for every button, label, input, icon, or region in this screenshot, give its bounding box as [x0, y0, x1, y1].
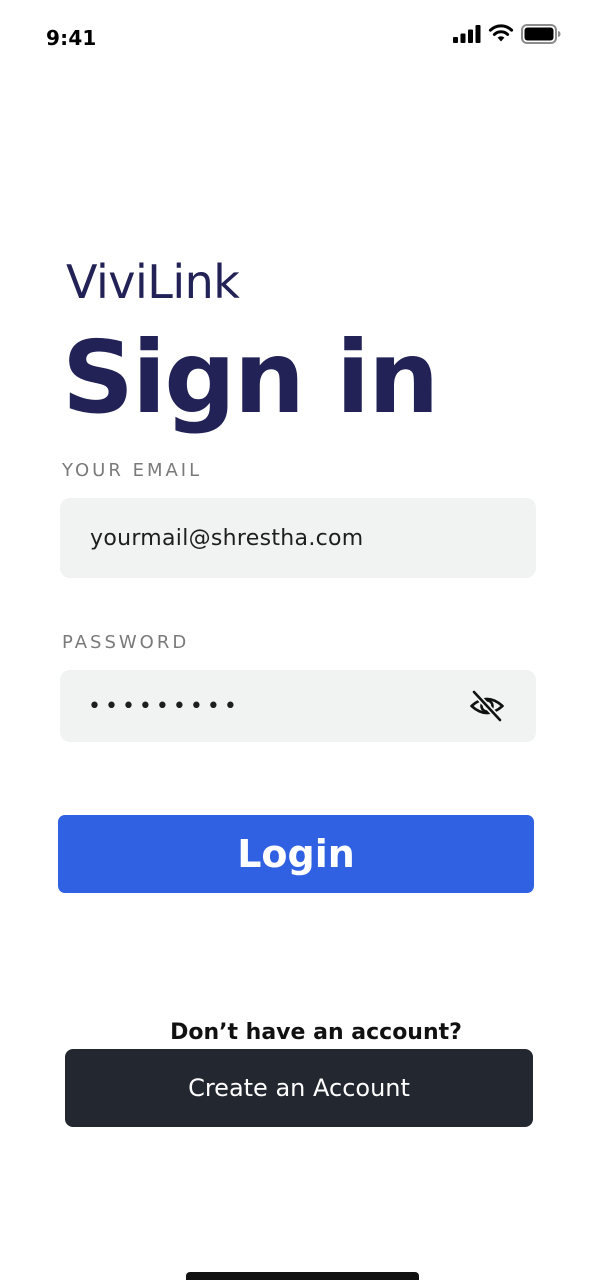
password-field[interactable]: •••••••••	[60, 670, 536, 742]
create-account-button[interactable]: Create an Account	[65, 1049, 533, 1127]
page-title: Sign in	[62, 319, 439, 436]
login-button[interactable]: Login	[58, 815, 534, 893]
password-label: PASSWORD	[62, 632, 190, 653]
signup-prompt: Don’t have an account?	[170, 1020, 462, 1045]
email-value[interactable]: yourmail@shrestha.com	[90, 526, 364, 551]
password-value[interactable]: •••••••••	[88, 694, 241, 719]
status-icons	[453, 23, 561, 49]
eye-slash-icon[interactable]	[468, 688, 506, 724]
cellular-signal-icon	[453, 24, 481, 48]
wifi-icon	[488, 24, 514, 48]
home-indicator	[186, 1272, 419, 1280]
status-bar: 9:41	[0, 0, 591, 80]
battery-icon	[521, 23, 561, 49]
status-time: 9:41	[46, 26, 97, 50]
brand-name: ViviLink	[66, 255, 240, 309]
email-field[interactable]: yourmail@shrestha.com	[60, 498, 536, 578]
email-label: YOUR EMAIL	[62, 460, 203, 481]
